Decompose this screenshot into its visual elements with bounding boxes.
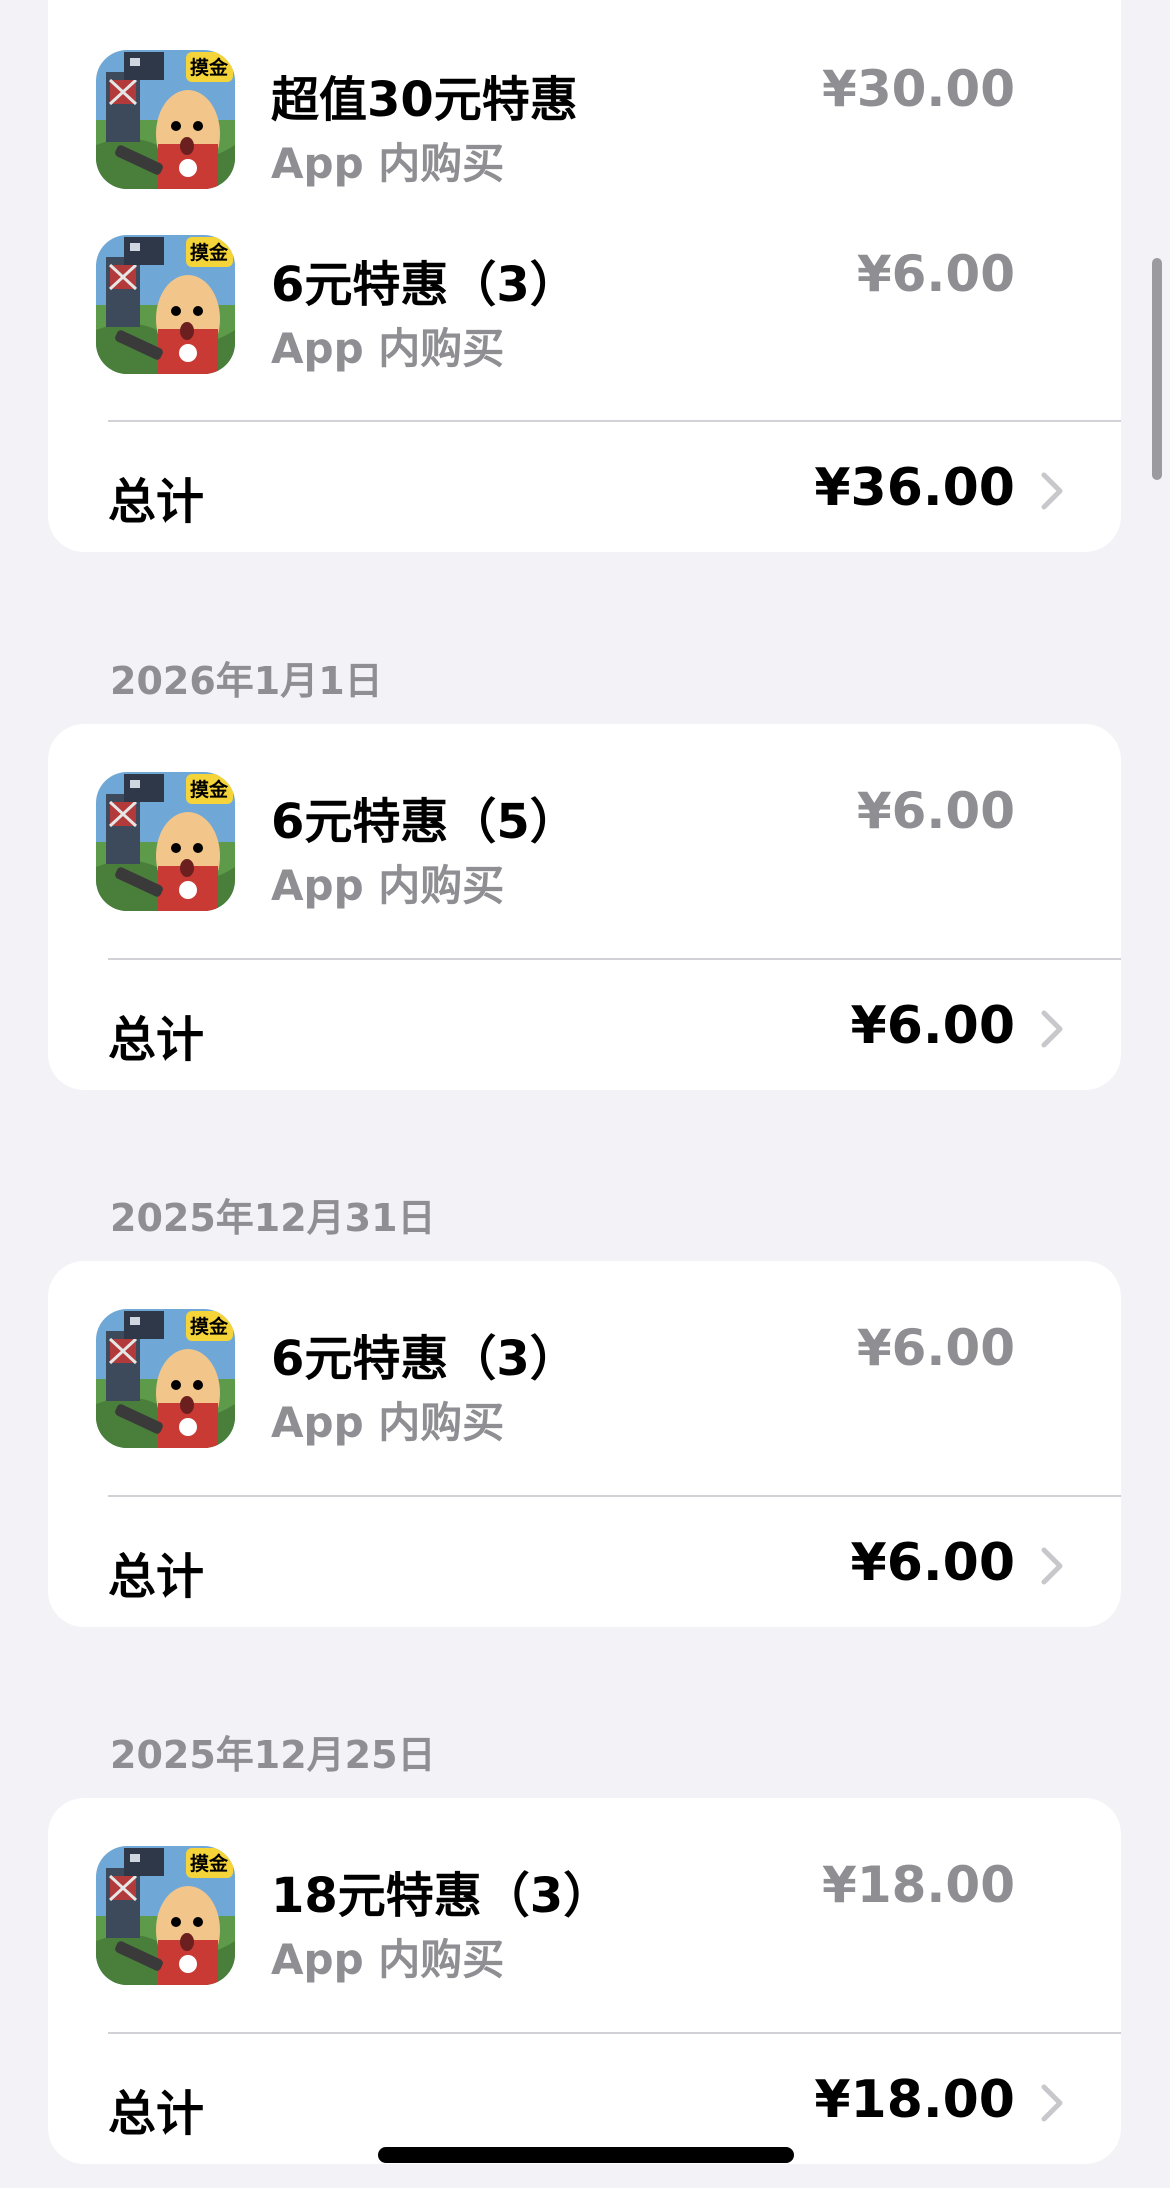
item-subtitle: App 内购买 [271, 1398, 505, 1447]
icon-badge-label: 摸金 [190, 241, 229, 264]
total-label: 总计 [108, 2086, 205, 2142]
total-amount: ¥6.00 [850, 996, 1015, 1056]
total-label: 总计 [108, 474, 205, 530]
purchase-card: 摸金 6元特惠（5） App 内购买 ¥6.00 总计 ¥6.00 [48, 724, 1121, 1090]
item-price: ¥6.00 [856, 245, 1015, 303]
total-row[interactable]: 总计 ¥6.00 [48, 1497, 1121, 1627]
icon-badge-label: 摸金 [190, 56, 229, 79]
icon-badge-label: 摸金 [190, 1315, 229, 1338]
date-header: 2026年1月1日 [110, 659, 383, 703]
item-subtitle: App 内购买 [271, 324, 505, 373]
item-subtitle: App 内购买 [271, 139, 505, 188]
date-header: 2025年12月31日 [110, 1196, 436, 1240]
game-app-icon: 摸金 [96, 1309, 235, 1448]
game-app-icon: 摸金 [96, 235, 235, 374]
game-app-icon: 摸金 [96, 50, 235, 189]
game-app-icon: 摸金 [96, 772, 235, 911]
total-row[interactable]: 总计 ¥36.00 [48, 422, 1121, 552]
home-indicator[interactable] [378, 2147, 794, 2163]
item-subtitle: App 内购买 [271, 861, 505, 910]
item-price: ¥6.00 [856, 1319, 1015, 1377]
icon-badge-label: 摸金 [190, 1852, 229, 1875]
item-price: ¥18.00 [822, 1856, 1015, 1914]
item-title: 6元特惠（3） [271, 1331, 578, 1387]
purchase-item[interactable]: 摸金 超值30元特惠 App 内购买 ¥30.00 [48, 50, 1121, 190]
total-row[interactable]: 总计 ¥6.00 [48, 960, 1121, 1090]
chevron-right-icon [1035, 1008, 1069, 1050]
item-title: 6元特惠（3） [271, 257, 578, 313]
scrollbar[interactable] [1152, 258, 1162, 480]
total-label: 总计 [108, 1012, 205, 1068]
purchase-item[interactable]: 摸金 18元特惠（3） App 内购买 ¥18.00 [48, 1846, 1121, 1986]
purchase-card: 摸金 6元特惠（3） App 内购买 ¥6.00 总计 ¥6.00 [48, 1261, 1121, 1627]
total-row[interactable]: 总计 ¥18.00 [48, 2034, 1121, 2164]
item-title: 6元特惠（5） [271, 794, 578, 850]
total-amount: ¥36.00 [814, 458, 1015, 518]
total-amount: ¥6.00 [850, 1533, 1015, 1593]
purchase-item[interactable]: 摸金 6元特惠（3） App 内购买 ¥6.00 [48, 235, 1121, 375]
purchase-item[interactable]: 摸金 6元特惠（3） App 内购买 ¥6.00 [48, 1309, 1121, 1449]
total-amount: ¥18.00 [814, 2070, 1015, 2130]
chevron-right-icon [1035, 2082, 1069, 2124]
item-title: 18元特惠（3） [271, 1868, 612, 1924]
chevron-right-icon [1035, 1545, 1069, 1587]
purchase-card: 摸金 18元特惠（3） App 内购买 ¥18.00 总计 ¥18.00 [48, 1798, 1121, 2164]
purchase-item[interactable]: 摸金 6元特惠（5） App 内购买 ¥6.00 [48, 772, 1121, 912]
icon-badge-label: 摸金 [190, 778, 229, 801]
item-subtitle: App 内购买 [271, 1935, 505, 1984]
total-label: 总计 [108, 1549, 205, 1605]
item-price: ¥6.00 [856, 782, 1015, 840]
item-price: ¥30.00 [822, 60, 1015, 118]
purchase-card: 摸金 超值30元特惠 App 内购买 ¥30.00 摸金 6元特惠（3） App 内购… [48, 0, 1121, 552]
date-header: 2025年12月25日 [110, 1733, 436, 1777]
game-app-icon: 摸金 [96, 1846, 235, 1985]
item-title: 超值30元特惠 [271, 72, 578, 128]
chevron-right-icon [1035, 470, 1069, 512]
